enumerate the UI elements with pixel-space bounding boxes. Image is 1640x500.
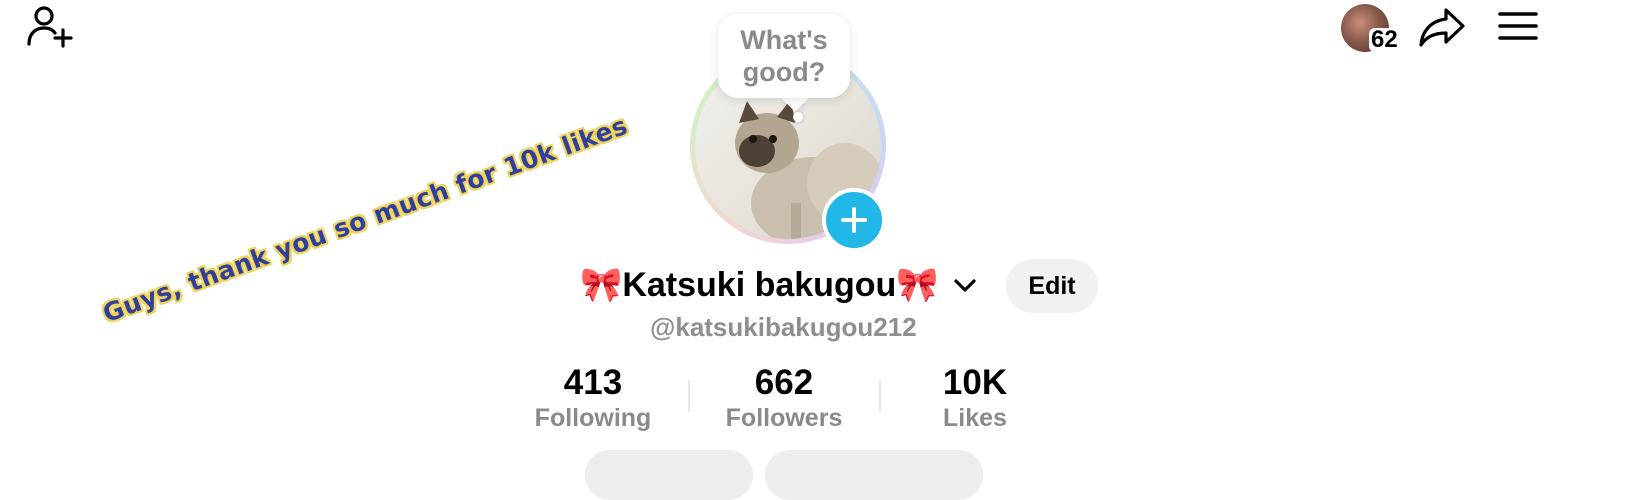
display-name: 🎀Katsuki bakugou🎀 <box>580 266 939 304</box>
stat-followers[interactable]: 662 Followers <box>720 364 848 434</box>
username-handle: @katsukibakugou212 <box>650 312 917 342</box>
bubble-dot <box>793 112 803 122</box>
likes-label: Likes <box>943 404 1007 432</box>
followers-label: Followers <box>725 404 843 432</box>
add-friend-button[interactable] <box>26 4 74 48</box>
share-button[interactable] <box>1418 6 1466 48</box>
add-person-icon <box>27 6 73 48</box>
stat-divider <box>688 380 690 412</box>
plus-icon <box>841 207 867 233</box>
stat-likes[interactable]: 10K Likes <box>928 364 1022 434</box>
following-label: Following <box>534 404 652 432</box>
menu-button[interactable] <box>1498 10 1538 42</box>
following-count: 413 <box>563 363 623 402</box>
profile-action-button[interactable] <box>765 450 983 500</box>
add-story-button[interactable] <box>822 188 886 252</box>
friends-activity-button[interactable]: 62 <box>1341 4 1411 54</box>
friends-count: 62 <box>1369 26 1400 53</box>
bubble-line-2: good? <box>742 57 826 87</box>
edit-profile-button[interactable]: Edit <box>1006 259 1098 313</box>
thank-you-sticker: Guys, thank you so much for 10k likes <box>99 110 632 329</box>
bubble-body: What's good? <box>718 14 850 98</box>
bubble-line-1: What's <box>740 25 828 55</box>
stat-following[interactable]: 413 Following <box>530 364 656 434</box>
stat-divider <box>879 380 881 412</box>
likes-count: 10K <box>942 363 1008 402</box>
hamburger-menu-icon <box>1498 12 1538 40</box>
account-switch-button[interactable] <box>952 276 978 296</box>
profile-action-button[interactable] <box>585 450 753 500</box>
chevron-down-icon <box>954 279 976 292</box>
followers-count: 662 <box>754 363 814 402</box>
share-arrow-icon <box>1419 8 1465 47</box>
